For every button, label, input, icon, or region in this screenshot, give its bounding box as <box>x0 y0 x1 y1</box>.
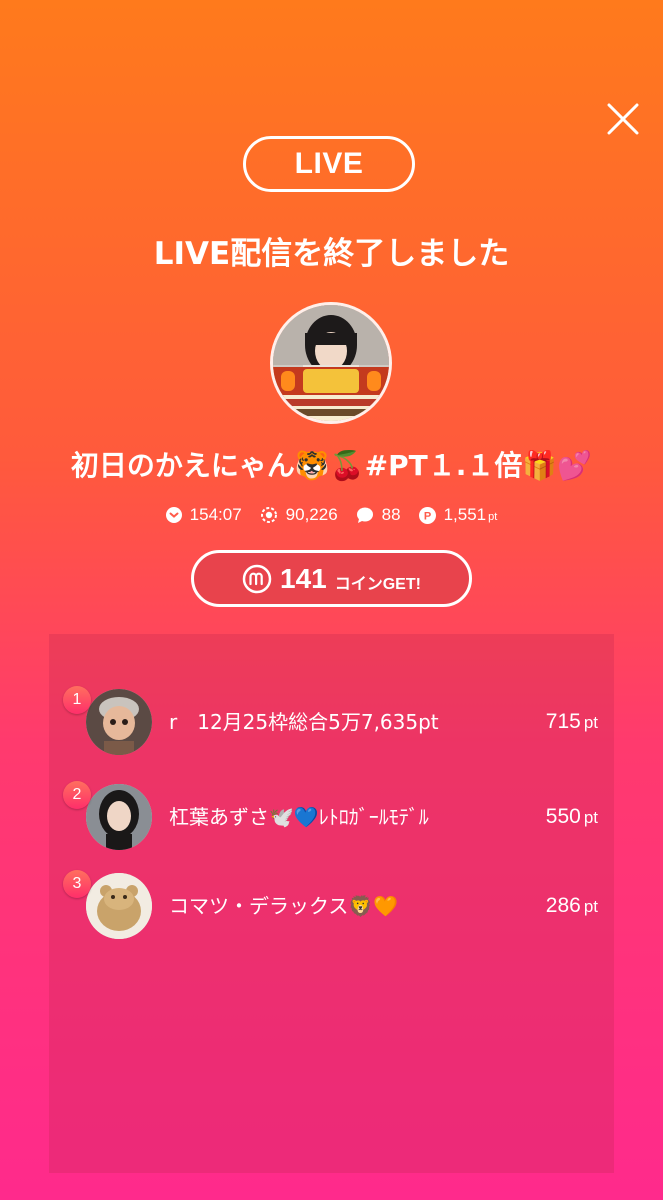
close-button[interactable] <box>604 100 642 138</box>
ranking-row[interactable]: 1 r 12月25枠総合5万7,635pt 715 pt <box>49 686 614 756</box>
ranking-list: 1 r 12月25枠総合5万7,635pt 715 pt 2 杠葉あずさ🕊️💙ﾚ… <box>49 634 614 1173</box>
ranking-row[interactable]: 3 コマツ・デラックス🦁🧡 286 pt <box>49 870 614 940</box>
stream-stats: 154:07 90,226 88 P 1,551 pt <box>0 505 663 525</box>
viewers-stat: 90,226 <box>260 505 338 525</box>
ranking-name: 杠葉あずさ🕊️💙ﾚﾄﾛｶﾞｰﾙﾓﾃﾞﾙ <box>169 805 429 829</box>
avatar[interactable] <box>86 689 152 755</box>
streamer-avatar[interactable] <box>273 305 389 421</box>
viewers-value: 90,226 <box>285 505 338 524</box>
coin-label: コインGET! <box>334 575 421 593</box>
point-coin-icon: P <box>418 506 436 524</box>
avatar[interactable] <box>86 873 152 939</box>
avatar[interactable] <box>86 784 152 850</box>
duration-stat: 154:07 <box>165 505 242 525</box>
coins-earned-badge: 141 コインGET! <box>191 550 472 607</box>
page-title: LIVE配信を終了しました <box>153 236 510 272</box>
ranking-name: r 12月25枠総合5万7,635pt <box>169 710 439 734</box>
svg-text:P: P <box>423 510 430 522</box>
points-stat: P 1,551 pt <box>418 505 498 525</box>
live-badge: LIVE <box>243 136 415 192</box>
ranking-row[interactable]: 2 杠葉あずさ🕊️💙ﾚﾄﾛｶﾞｰﾙﾓﾃﾞﾙ 550 pt <box>49 781 614 851</box>
ranking-points: 550 pt <box>545 805 598 828</box>
chevron-circle-icon <box>165 507 182 523</box>
duration-value: 154:07 <box>189 505 242 524</box>
points-value: 1,551 <box>443 505 487 524</box>
ranking-name: コマツ・デラックス🦁🧡 <box>169 894 399 918</box>
ranking-points: 715 pt <box>545 710 598 733</box>
speech-bubble-icon <box>356 507 373 523</box>
m-coin-icon <box>242 564 272 593</box>
comments-stat: 88 <box>356 505 401 525</box>
comments-value: 88 <box>381 505 401 524</box>
rank-badge: 3 <box>63 870 91 898</box>
rank-badge: 2 <box>63 781 91 809</box>
stream-title: 初日のかえにゃん🐯🍒#PT１.１倍🎁💕 <box>70 449 593 482</box>
points-unit: pt <box>488 511 498 523</box>
close-icon <box>607 103 639 135</box>
coin-amount: 141 <box>280 562 327 594</box>
rank-badge: 1 <box>63 686 91 714</box>
ranking-points: 286 pt <box>545 894 598 917</box>
eye-icon <box>260 507 277 523</box>
